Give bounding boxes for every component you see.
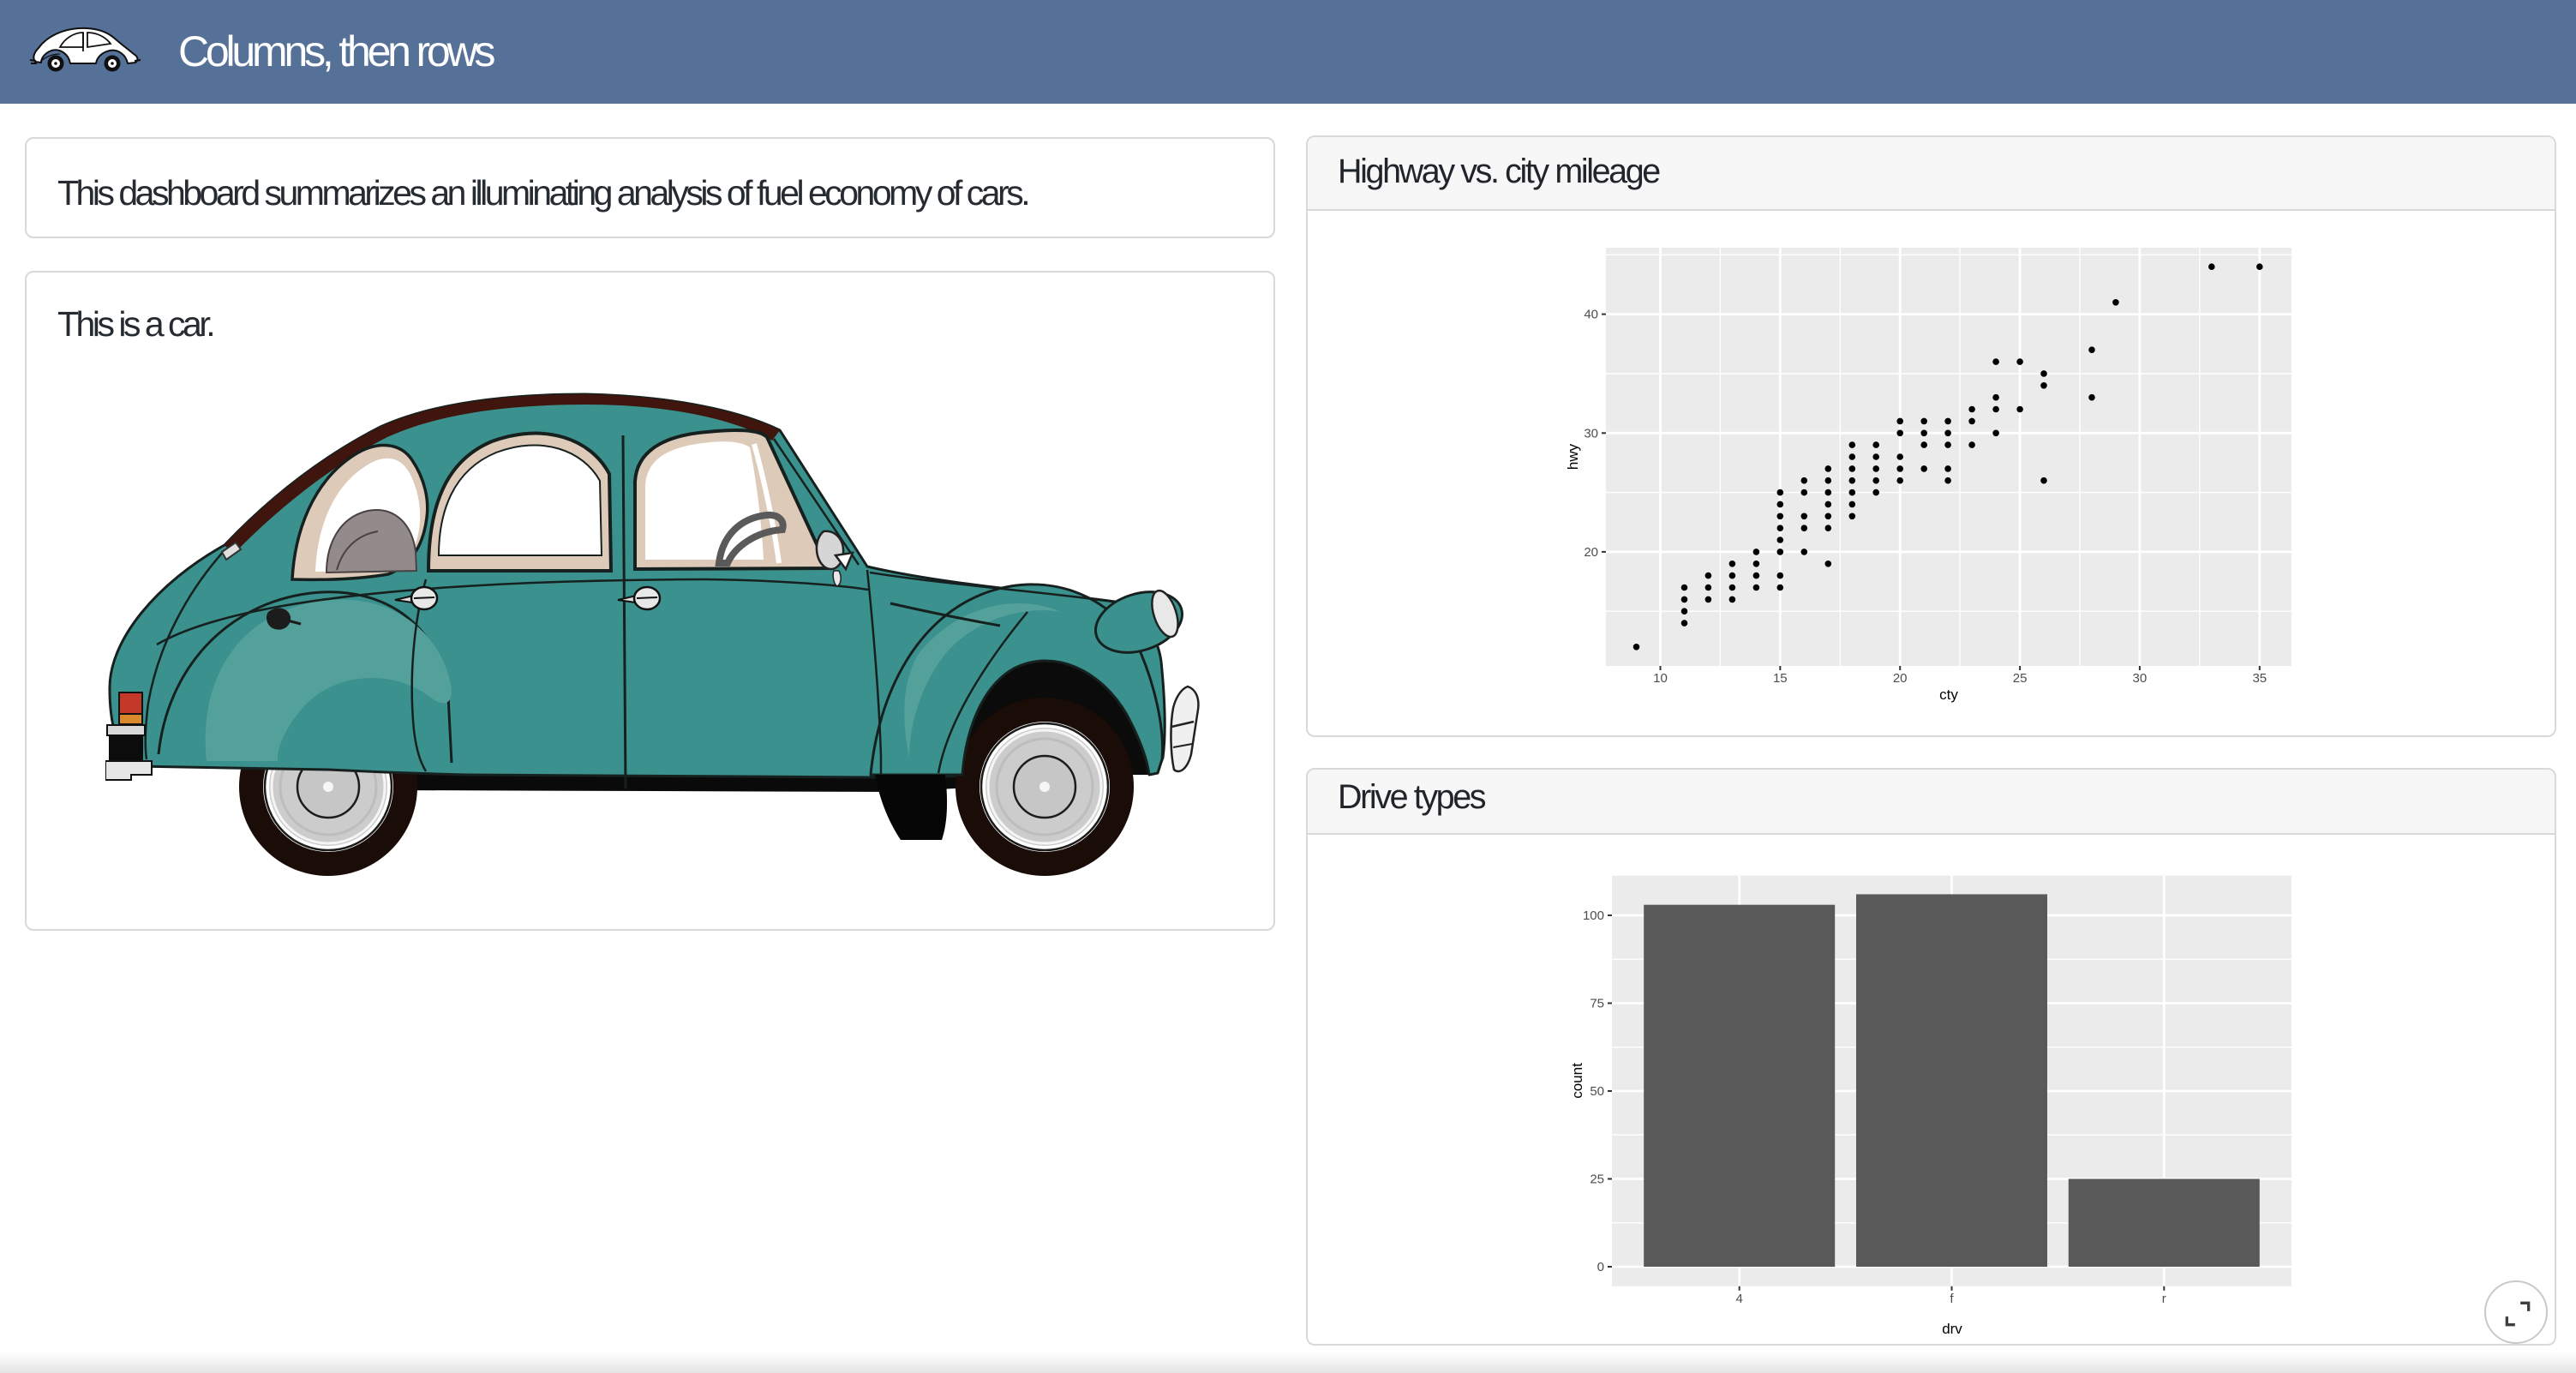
svg-text:100: 100 — [1583, 908, 1604, 923]
svg-text:30: 30 — [1584, 426, 1598, 441]
svg-text:cty: cty — [1939, 686, 1958, 703]
svg-text:10: 10 — [1653, 671, 1668, 686]
svg-text:35: 35 — [2252, 671, 2267, 686]
svg-text:f: f — [1950, 1292, 1954, 1306]
svg-text:r: r — [2162, 1292, 2166, 1306]
svg-text:30: 30 — [2133, 671, 2148, 686]
svg-text:50: 50 — [1590, 1084, 1604, 1099]
svg-text:25: 25 — [1590, 1172, 1604, 1187]
svg-text:15: 15 — [1773, 671, 1788, 686]
svg-text:40: 40 — [1584, 308, 1598, 322]
svg-text:0: 0 — [1597, 1260, 1604, 1274]
svg-text:20: 20 — [1584, 545, 1598, 560]
svg-text:20: 20 — [1893, 671, 1908, 686]
svg-text:25: 25 — [2013, 671, 2028, 686]
svg-text:drv: drv — [1942, 1321, 1962, 1337]
svg-text:count: count — [1569, 1063, 1585, 1099]
svg-text:75: 75 — [1590, 997, 1604, 1011]
svg-text:4: 4 — [1736, 1292, 1743, 1306]
svg-text:hwy: hwy — [1565, 443, 1581, 470]
